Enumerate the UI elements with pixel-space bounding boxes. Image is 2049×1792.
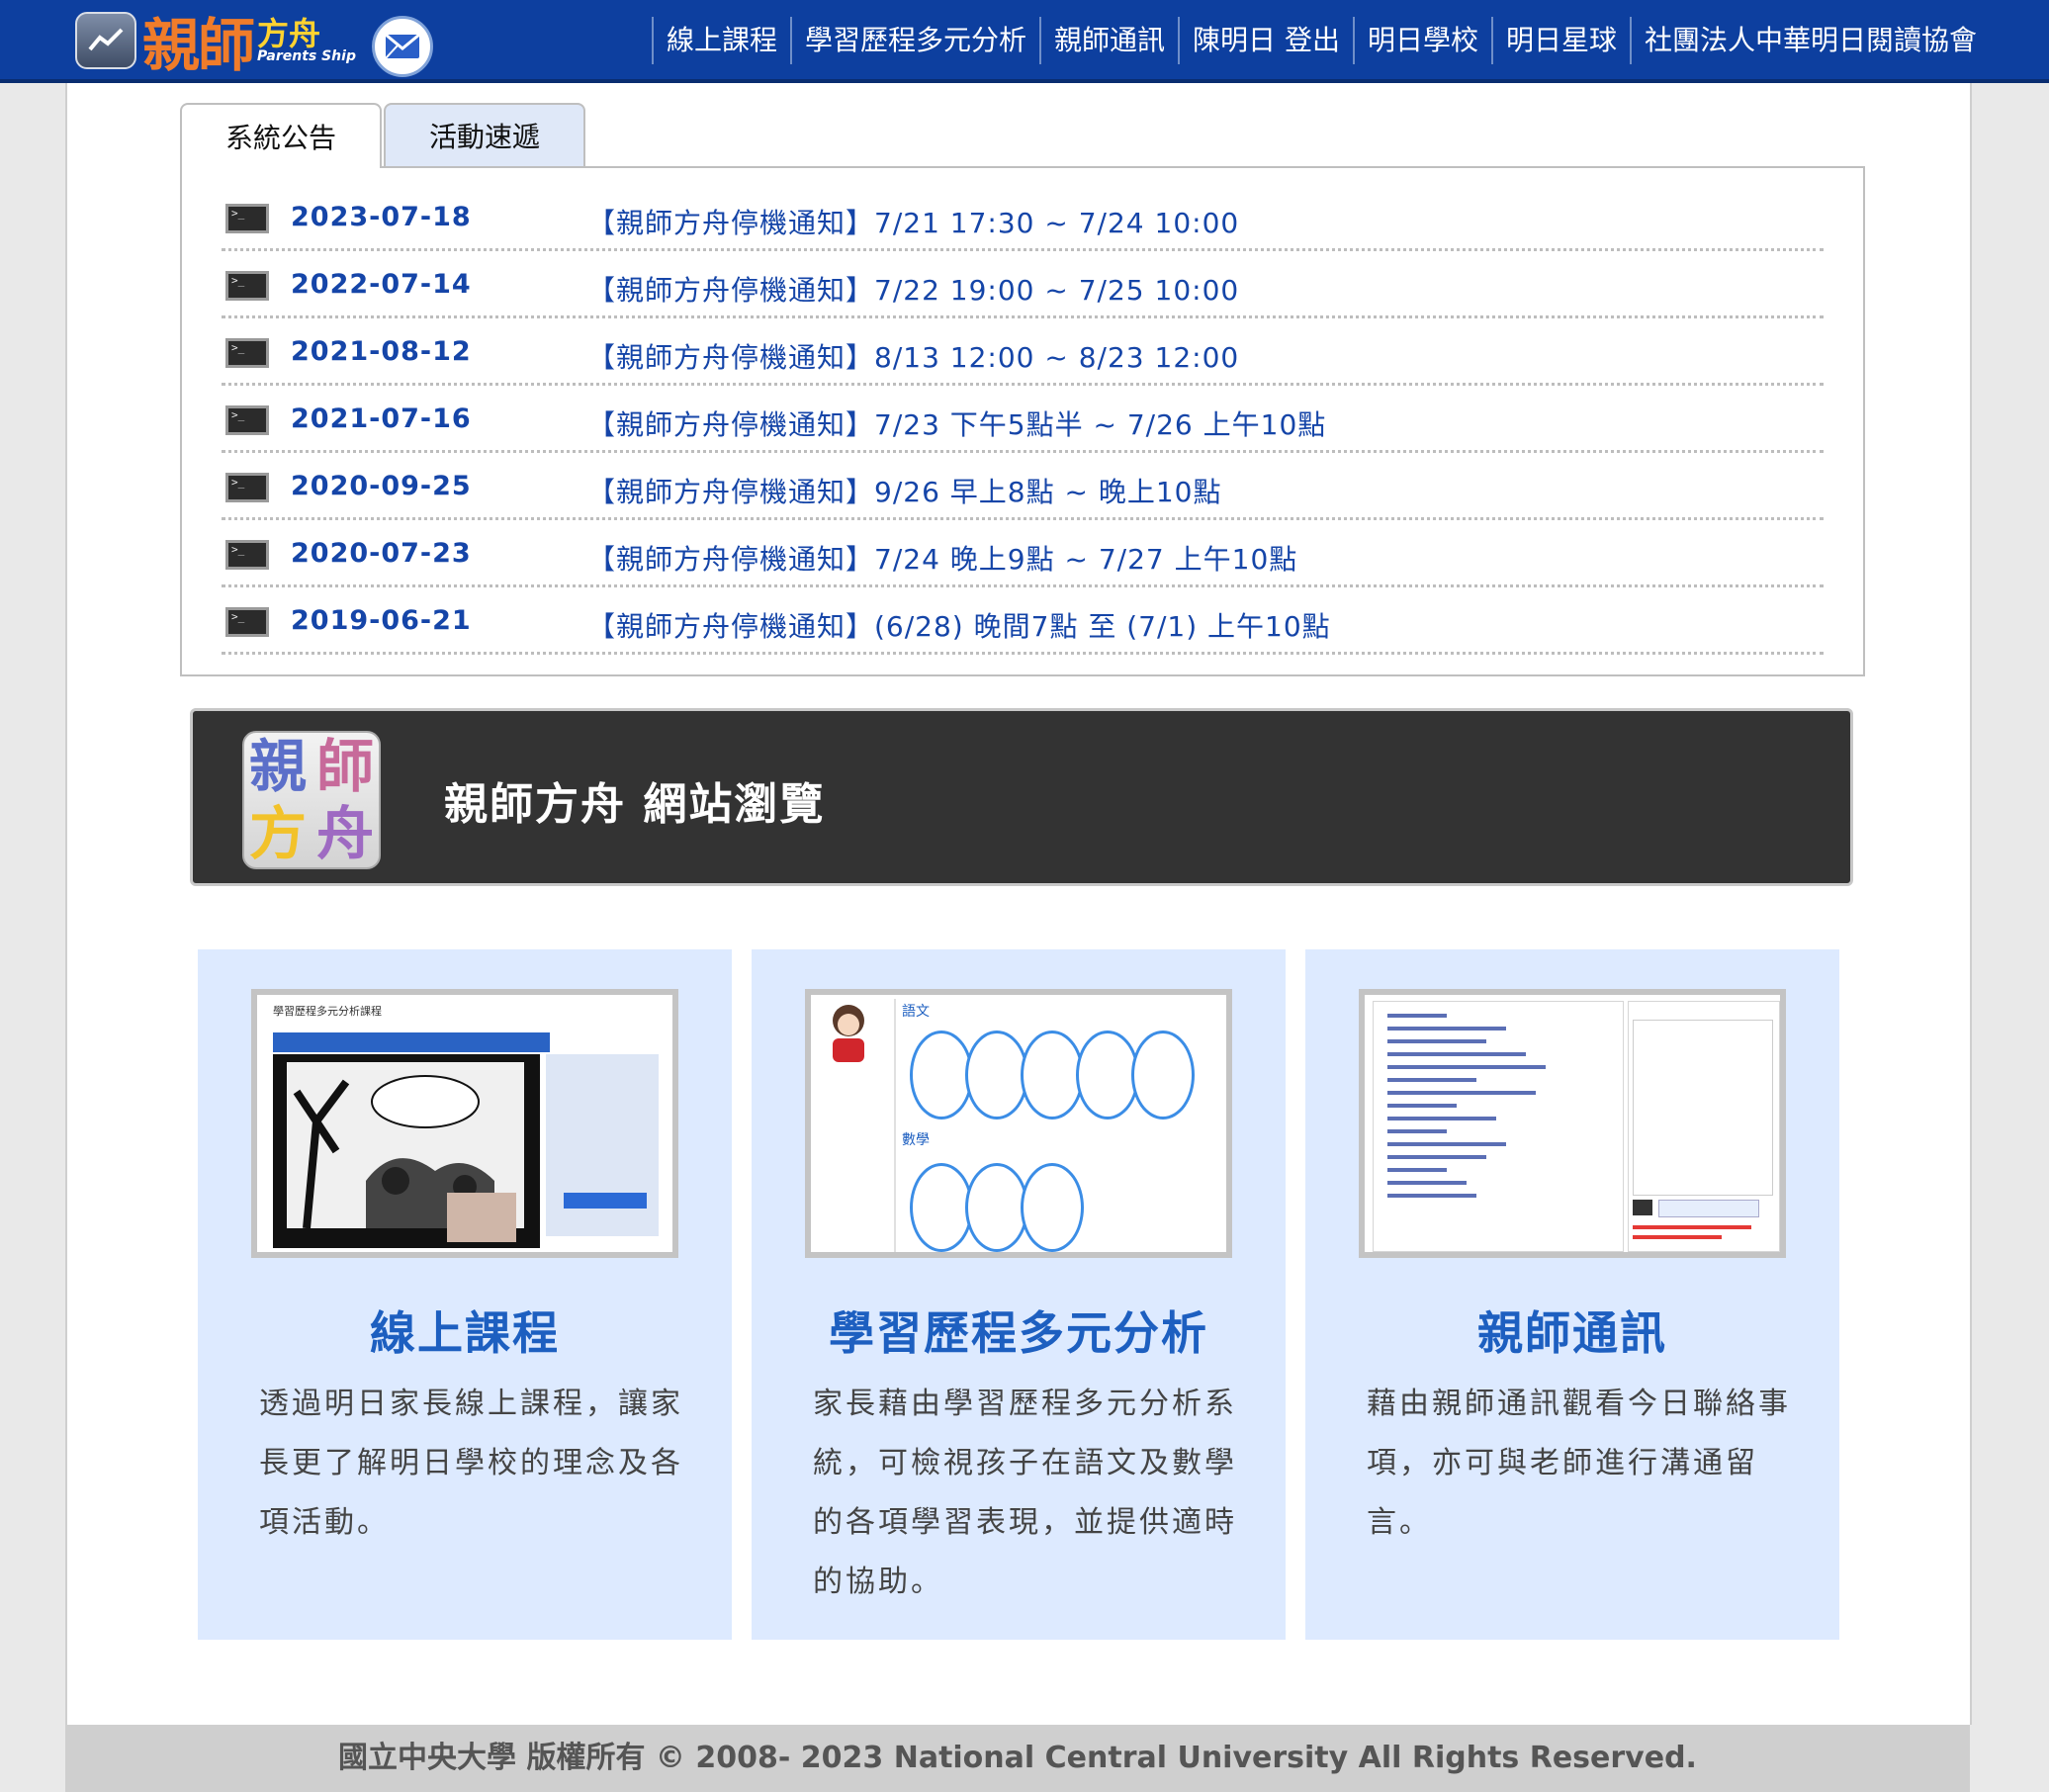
announcement-date: 2020-07-23: [291, 538, 472, 569]
tab-system-announcements[interactable]: 系統公告: [180, 103, 382, 168]
feature-card-learning-analysis[interactable]: 語文 數學 學習歷程多元分析 家長藉由學習歷程多元分析系統，可檢視孩子在語文及數…: [752, 949, 1286, 1640]
main-nav: 線上課程 學習歷程多元分析 親師通訊 陳明日 登出 明日學校 明日星球 社團法人…: [652, 16, 1990, 65]
logo-subtext: 方舟: [257, 15, 321, 52]
nav-learning-analysis[interactable]: 學習歷程多元分析: [790, 17, 1039, 64]
main-content: 系統公告 活動速遞 >_ 2023-07-18 【親師方舟停機通知】7/21 1…: [65, 83, 1972, 1725]
card-description: 藉由親師通訊觀看今日聯絡事項，亦可與老師進行溝通留言。: [1367, 1387, 1791, 1540]
announcement-date: 2021-08-12: [291, 336, 472, 367]
section-label: 數學: [902, 1132, 930, 1148]
student-avatar-icon: [823, 1001, 874, 1064]
announcement-link[interactable]: 【親師方舟停機通知】7/22 19:00 ~ 7/25 10:00: [587, 269, 1239, 309]
announcement-tabs: 系統公告 活動速遞: [180, 103, 587, 168]
nav-mingri-school[interactable]: 明日學校: [1352, 17, 1491, 64]
top-navigation-bar: 親師 方舟 Parents Ship 線上課程 學習歷程多元分析 親師通訊 陳明…: [0, 0, 2049, 83]
card-title[interactable]: 親師通訊: [1305, 1298, 1839, 1363]
nav-mingri-planet[interactable]: 明日星球: [1490, 17, 1630, 64]
card-description: 透過明日家長線上課程，讓家長更了解明日學校的理念及各項活動。: [259, 1387, 683, 1540]
logo-english: Parents Ship: [257, 48, 356, 64]
learning-analysis-thumbnail[interactable]: 語文 數學: [805, 989, 1232, 1258]
announcement-link[interactable]: 【親師方舟停機通知】7/24 晚上9點 ~ 7/27 上午10點: [587, 538, 1297, 578]
nav-reading-association[interactable]: 社團法人中華明日閱讀協會: [1629, 17, 1990, 64]
list-item[interactable]: >_ 2022-07-14 【親師方舟停機通知】7/22 19:00 ~ 7/2…: [222, 253, 1824, 318]
terminal-icon: >_: [225, 271, 269, 301]
terminal-icon: >_: [225, 540, 269, 570]
terminal-icon: >_: [225, 338, 269, 368]
list-item[interactable]: >_ 2019-06-21 【親師方舟停機通知】(6/28) 晚間7點 至 (7…: [222, 589, 1824, 655]
announcement-date: 2023-07-18: [291, 202, 472, 232]
card-title[interactable]: 線上課程: [198, 1298, 732, 1363]
tab-activity-news[interactable]: 活動速遞: [384, 103, 585, 166]
announcement-link[interactable]: 【親師方舟停機通知】7/23 下午5點半 ~ 7/26 上午10點: [587, 403, 1326, 443]
announcement-date: 2021-07-16: [291, 403, 472, 434]
terminal-icon: >_: [225, 607, 269, 637]
announcement-date: 2019-06-21: [291, 605, 472, 636]
chart-icon: [75, 12, 136, 69]
banner-logo: 親 師 方 舟: [242, 731, 381, 869]
announcement-link[interactable]: 【親師方舟停機通知】7/21 17:30 ~ 7/24 10:00: [587, 202, 1239, 241]
announcement-date: 2022-07-14: [291, 269, 472, 300]
list-item[interactable]: >_ 2020-09-25 【親師方舟停機通知】9/26 早上8點 ~ 晚上10…: [222, 455, 1824, 520]
announcement-link[interactable]: 【親師方舟停機通知】(6/28) 晚間7點 至 (7/1) 上午10點: [587, 605, 1331, 645]
camera-icon: [1633, 1200, 1652, 1215]
list-item[interactable]: >_ 2021-07-16 【親師方舟停機通知】7/23 下午5點半 ~ 7/2…: [222, 388, 1824, 453]
card-title[interactable]: 學習歷程多元分析: [752, 1298, 1286, 1363]
nav-online-course[interactable]: 線上課程: [652, 17, 790, 64]
announcement-date: 2020-09-25: [291, 471, 472, 501]
online-course-thumbnail[interactable]: 學習歷程多元分析課程: [251, 989, 678, 1258]
nav-parent-teacher-messages[interactable]: 親師通訊: [1039, 17, 1178, 64]
banner-title: 親師方舟 網站瀏覽: [444, 779, 826, 830]
feature-card-parent-teacher-messages[interactable]: 親師通訊 藉由親師通訊觀看今日聯絡事項，亦可與老師進行溝通留言。: [1305, 949, 1839, 1640]
thumbnail-heading: 學習歷程多元分析課程: [273, 1005, 382, 1018]
announcement-link[interactable]: 【親師方舟停機通知】8/13 12:00 ~ 8/23 12:00: [587, 336, 1239, 376]
feature-card-online-course[interactable]: 學習歷程多元分析課程 線上課程 透過明日家長線上課程，讓家長更了解明日學校的理念…: [198, 949, 732, 1640]
list-item[interactable]: >_ 2023-07-18 【親師方舟停機通知】7/21 17:30 ~ 7/2…: [222, 186, 1824, 251]
section-label: 語文: [902, 1004, 930, 1020]
mail-icon[interactable]: [372, 16, 433, 77]
site-logo[interactable]: 親師 方舟 Parents Ship: [75, 8, 356, 79]
terminal-icon: >_: [225, 405, 269, 435]
logo-text: 親師: [142, 12, 255, 79]
terminal-icon: >_: [225, 204, 269, 233]
terminal-icon: >_: [225, 473, 269, 502]
card-description: 家長藉由學習歷程多元分析系統，可檢視孩子在語文及數學的各項學習表現，並提供適時的…: [813, 1387, 1237, 1599]
footer-copyright: 國立中央大學 版權所有 © 2008- 2023 National Centra…: [65, 1725, 1970, 1792]
list-item[interactable]: >_ 2021-08-12 【親師方舟停機通知】8/13 12:00 ~ 8/2…: [222, 320, 1824, 386]
site-browse-banner: 親 師 方 舟 親師方舟 網站瀏覽: [190, 708, 1853, 886]
list-item[interactable]: >_ 2020-07-23 【親師方舟停機通知】7/24 晚上9點 ~ 7/27…: [222, 522, 1824, 587]
nav-user-logout[interactable]: 陳明日 登出: [1178, 17, 1353, 64]
announcement-list: >_ 2023-07-18 【親師方舟停機通知】7/21 17:30 ~ 7/2…: [180, 166, 1865, 676]
messages-thumbnail[interactable]: [1359, 989, 1786, 1258]
video-player: [273, 1054, 540, 1248]
announcement-link[interactable]: 【親師方舟停機通知】9/26 早上8點 ~ 晚上10點: [587, 471, 1221, 510]
